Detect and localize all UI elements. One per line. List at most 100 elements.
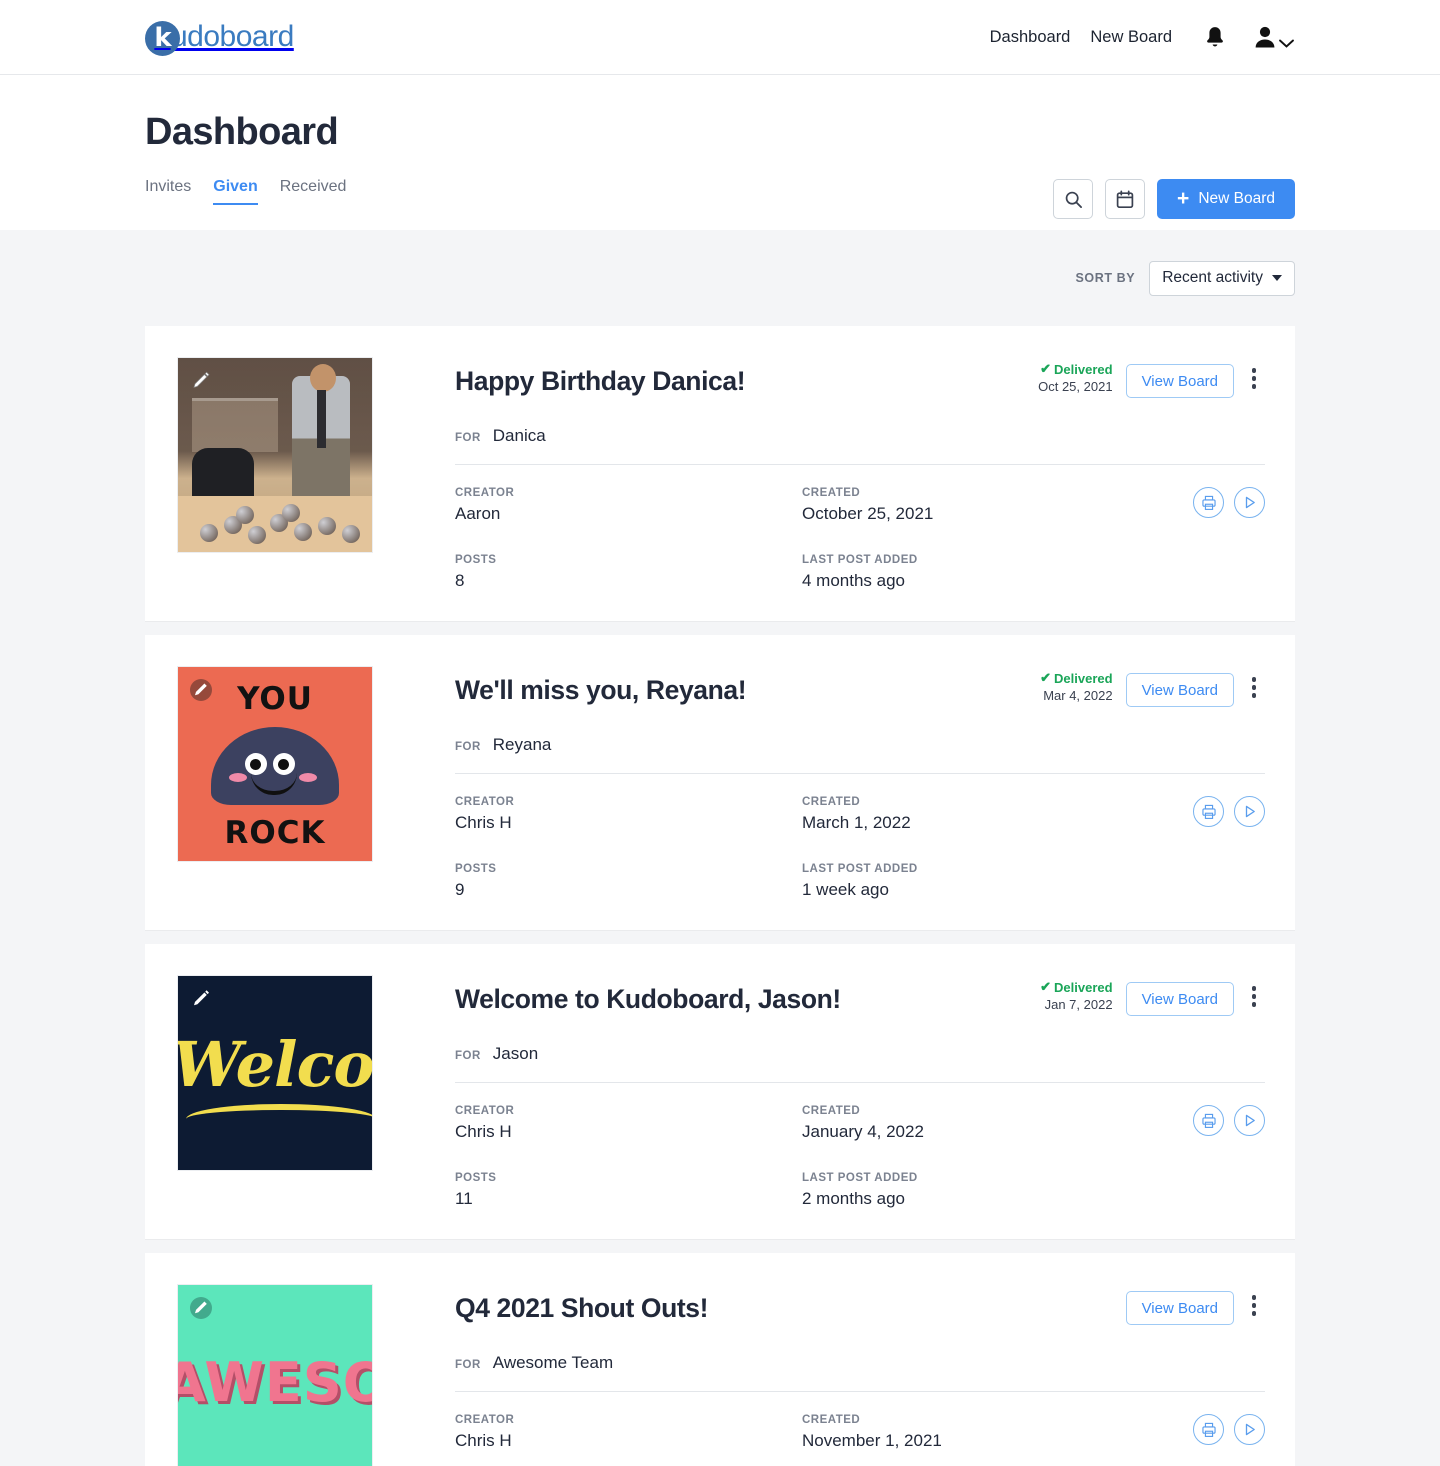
board-title[interactable]: We'll miss you, Reyana! [455, 665, 747, 705]
posts-value: 11 [455, 1189, 473, 1208]
more-options-menu-icon[interactable] [1243, 1295, 1265, 1316]
edit-pencil-icon[interactable] [190, 679, 212, 701]
recipient-row: FOR Reyana [455, 735, 1265, 755]
last-post-value: 1 week ago [802, 880, 889, 899]
board-thumbnail[interactable]: Welcome [177, 975, 373, 1171]
search-button[interactable] [1053, 179, 1094, 219]
printer-icon [1201, 495, 1216, 510]
divider [455, 464, 1265, 465]
board-card-header: Welcome to Kudoboard, Jason! ✔ Delivered… [455, 974, 1265, 1016]
creator-cell: CREATOR Aaron [455, 487, 802, 524]
edit-pencil-icon[interactable] [190, 988, 212, 1010]
dashboard-content: SORT BY Recent activity Happy Birthday D… [0, 230, 1440, 1466]
delivery-date: Jan 7, 2022 [1044, 997, 1113, 1012]
board-thumbnail-wrapper: AWESOME [177, 1283, 373, 1466]
recipient-row: FOR Jason [455, 1044, 1265, 1064]
board-thumbnail[interactable] [177, 357, 373, 553]
last-post-label: LAST POST ADDED [802, 863, 918, 875]
kudoboard-logo[interactable]: k udoboard [145, 20, 294, 56]
edit-pencil-icon[interactable] [190, 1297, 212, 1319]
more-options-menu-icon[interactable] [1243, 986, 1265, 1007]
account-menu-button[interactable] [1252, 24, 1295, 50]
posts-label: POSTS [455, 1172, 497, 1184]
sort-by-label: SORT BY [1075, 271, 1136, 285]
slideshow-play-button[interactable] [1234, 1105, 1265, 1136]
board-card-body: Welcome to Kudoboard, Jason! ✔ Delivered… [373, 974, 1265, 1209]
edit-pencil-icon[interactable] [190, 370, 212, 392]
tab-invites[interactable]: Invites [145, 178, 191, 205]
plus-icon: + [1177, 186, 1190, 210]
board-quick-actions [1193, 1414, 1265, 1445]
board-card[interactable]: Happy Birthday Danica! ✔ Delivered Oct 2… [145, 326, 1295, 621]
printer-icon [1201, 804, 1216, 819]
more-options-menu-icon[interactable] [1243, 368, 1265, 389]
print-button[interactable] [1193, 1105, 1224, 1136]
status-badge: ✔ Delivered [1017, 979, 1112, 995]
board-card-header: Happy Birthday Danica! ✔ Delivered Oct 2… [455, 356, 1265, 398]
thumbnail-text-bottom: ROCK [224, 815, 326, 851]
board-card-header: We'll miss you, Reyana! ✔ Delivered Mar … [455, 665, 1265, 707]
rock-character-icon [211, 727, 339, 805]
board-thumbnail-wrapper: YOU ROCK [177, 665, 373, 900]
delivery-status: ✔ Delivered Oct 25, 2021 [1017, 356, 1113, 394]
posts-cell: POSTS 8 [455, 554, 802, 591]
board-card[interactable]: YOU ROCK We'll miss you, Reyana! ✔ Deliv… [145, 635, 1295, 930]
view-board-button[interactable]: View Board [1125, 673, 1234, 707]
play-icon [1245, 496, 1255, 509]
tab-given[interactable]: Given [213, 178, 258, 205]
creator-value: Aaron [455, 504, 501, 523]
creator-value: Chris H [455, 1122, 512, 1141]
chevron-down-icon [1279, 39, 1294, 48]
sort-by-value: Recent activity [1162, 269, 1263, 286]
board-meta-grid: CREATOR Chris H CREATED March 1, 2022 PO… [455, 796, 1265, 900]
board-thumbnail-wrapper [177, 356, 373, 591]
delivery-date: Oct 25, 2021 [1038, 379, 1113, 394]
new-board-button-label: New Board [1198, 190, 1275, 207]
board-card-body: Q4 2021 Shout Outs! View Board FOR Aweso… [373, 1283, 1265, 1466]
page-title: Dashboard [145, 111, 339, 153]
new-board-button[interactable]: + New Board [1157, 179, 1295, 219]
posts-value: 8 [455, 571, 465, 590]
page-header: Dashboard Invites Given Received + New B… [0, 75, 1440, 230]
board-thumbnail[interactable]: AWESOME [177, 1284, 373, 1466]
board-card-body: Happy Birthday Danica! ✔ Delivered Oct 2… [373, 356, 1265, 591]
play-icon [1245, 1423, 1255, 1436]
view-board-button[interactable]: View Board [1125, 982, 1234, 1016]
notifications-button[interactable] [1196, 25, 1234, 49]
posts-label: POSTS [455, 863, 497, 875]
board-title[interactable]: Welcome to Kudoboard, Jason! [455, 974, 841, 1014]
slideshow-play-button[interactable] [1234, 796, 1265, 827]
board-card[interactable]: AWESOME Q4 2021 Shout Outs! View Board F… [145, 1253, 1295, 1466]
sort-by-select[interactable]: Recent activity [1149, 260, 1295, 296]
top-navigation-bar: k udoboard Dashboard New Board [0, 0, 1440, 75]
board-thumbnail[interactable]: YOU ROCK [177, 666, 373, 862]
nav-link-dashboard[interactable]: Dashboard [980, 28, 1081, 47]
slideshow-play-button[interactable] [1234, 487, 1265, 518]
board-quick-actions [1193, 487, 1265, 518]
status-badge: ✔ Delivered [1017, 670, 1112, 686]
nav-link-new-board[interactable]: New Board [1080, 28, 1182, 47]
view-board-button[interactable]: View Board [1125, 1291, 1234, 1325]
thumbnail-text: Welcome [178, 1028, 372, 1101]
print-button[interactable] [1193, 796, 1224, 827]
creator-cell: CREATOR Chris H [455, 1414, 802, 1451]
recipient-name: Danica [492, 426, 546, 445]
calendar-button[interactable] [1105, 179, 1146, 219]
more-options-menu-icon[interactable] [1243, 677, 1265, 698]
divider [455, 1391, 1265, 1392]
slideshow-play-button[interactable] [1234, 1414, 1265, 1445]
print-button[interactable] [1193, 487, 1224, 518]
delivery-status [1017, 1283, 1113, 1288]
board-title[interactable]: Happy Birthday Danica! [455, 356, 746, 396]
creator-label: CREATOR [455, 487, 515, 499]
view-board-button[interactable]: View Board [1125, 364, 1234, 398]
status-badge: ✔ Delivered [1017, 361, 1112, 377]
print-button[interactable] [1193, 1414, 1224, 1445]
tab-received[interactable]: Received [280, 178, 347, 205]
board-card[interactable]: Welcome Welcome to Kudoboard, Jason! ✔ D… [145, 944, 1295, 1239]
delivery-status: ✔ Delivered Mar 4, 2022 [1017, 665, 1113, 703]
board-title[interactable]: Q4 2021 Shout Outs! [455, 1283, 708, 1323]
kudoboard-logo-text: udoboard [171, 20, 294, 53]
for-label: FOR [455, 1050, 481, 1062]
delivery-date: Mar 4, 2022 [1043, 688, 1113, 703]
